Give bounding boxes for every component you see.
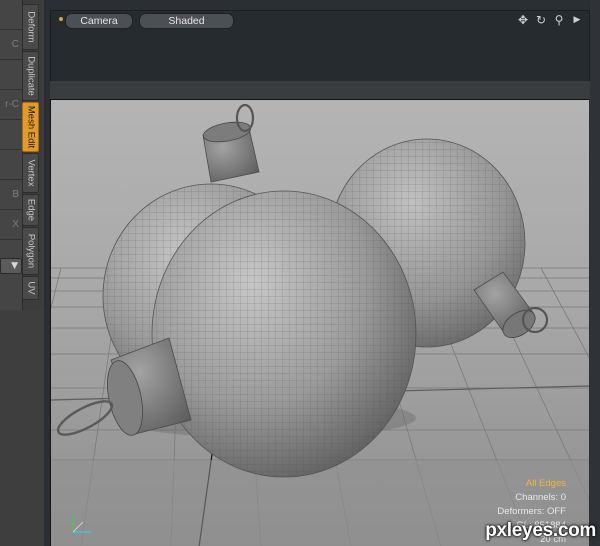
tab-label: UV bbox=[25, 281, 36, 295]
tab-label: Polygon bbox=[25, 233, 36, 269]
3d-viewport[interactable]: Camera Shaded ✥ ↻ ⚲ ▶ All Edges Channels… bbox=[44, 0, 600, 546]
chevron-down-icon: ▼ bbox=[11, 261, 18, 271]
tab-deform[interactable]: Deform bbox=[22, 4, 39, 50]
tab-polygon[interactable]: Polygon bbox=[22, 227, 39, 275]
tab-label: Deform bbox=[25, 11, 36, 43]
rotate-icon[interactable]: ↻ bbox=[534, 12, 548, 28]
viewport-divider bbox=[50, 81, 590, 99]
axis-gizmo-icon bbox=[69, 512, 93, 536]
strip-letter-c[interactable]: C bbox=[0, 30, 22, 60]
channels-readout: Channels: 0 bbox=[515, 492, 566, 503]
left-tool-strip: C r-C B X ▼ bbox=[0, 0, 23, 310]
viewport-header: Camera Shaded ✥ ↻ ⚲ ▶ bbox=[50, 10, 590, 82]
tab-vertex[interactable]: Vertex bbox=[22, 153, 39, 193]
zoom-icon[interactable]: ⚲ bbox=[552, 12, 566, 28]
tab-duplicate[interactable]: Duplicate bbox=[22, 51, 39, 101]
tab-edge[interactable]: Edge bbox=[22, 194, 39, 226]
tab-label: Mesh Edit bbox=[25, 105, 36, 149]
watermark-text: pxleyes.com bbox=[485, 520, 596, 541]
camera-button[interactable]: Camera bbox=[65, 13, 133, 29]
deformers-readout: Deformers: OFF bbox=[497, 506, 566, 517]
render-area[interactable]: All Edges Channels: 0 Deformers: OFF GL:… bbox=[50, 99, 589, 546]
shading-button[interactable]: Shaded bbox=[139, 13, 234, 29]
strip-letter-x[interactable]: X bbox=[0, 210, 22, 240]
selection-mode-label: All Edges bbox=[525, 478, 566, 489]
modeling-app: C r-C B X ▼ Deform Duplicate Mesh Edit V… bbox=[0, 0, 600, 546]
tab-uv[interactable]: UV bbox=[22, 276, 39, 300]
tab-mesh-edit[interactable]: Mesh Edit bbox=[22, 102, 39, 152]
expand-arrow-icon[interactable]: ▶ bbox=[570, 12, 584, 28]
strip-letter-rc[interactable]: r-C bbox=[0, 90, 22, 120]
tab-label: Vertex bbox=[25, 159, 36, 187]
move-icon[interactable]: ✥ bbox=[516, 12, 530, 28]
strip-dropdown[interactable]: ▼ bbox=[0, 258, 22, 274]
tab-label: Duplicate bbox=[25, 56, 36, 96]
viewport-menu-dot[interactable] bbox=[59, 17, 63, 21]
tab-label: Edge bbox=[25, 198, 36, 222]
strip-letter-b[interactable]: B bbox=[0, 180, 22, 210]
viewport-right-bar bbox=[590, 0, 600, 546]
left-panel-lower bbox=[0, 310, 44, 546]
